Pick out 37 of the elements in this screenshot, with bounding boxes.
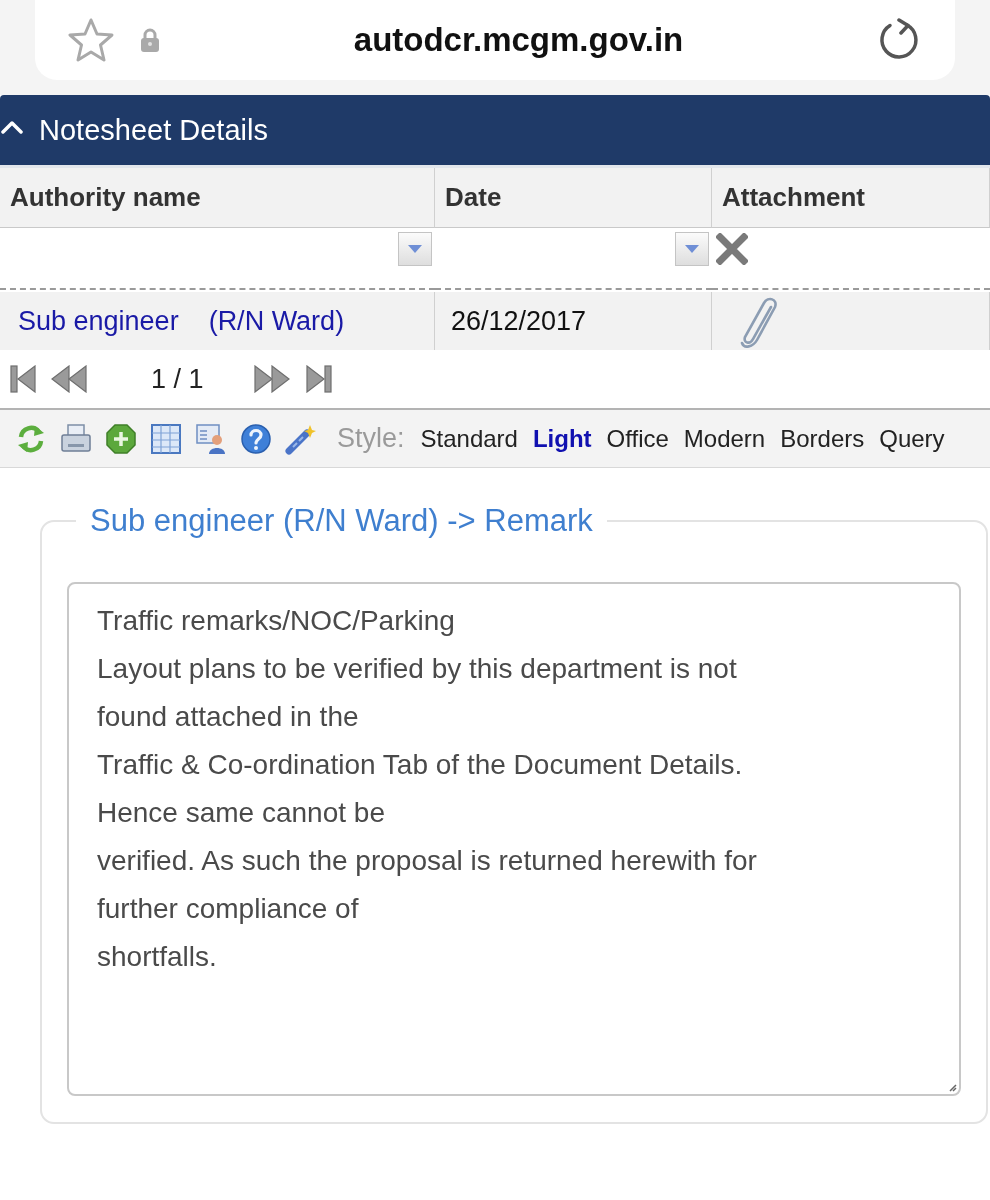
style-option[interactable]: Borders: [780, 424, 865, 453]
style-option[interactable]: Modern: [683, 424, 766, 453]
plus-icon[interactable]: [105, 422, 137, 455]
style-option[interactable]: Light: [532, 424, 592, 453]
style-option[interactable]: Office: [606, 424, 669, 453]
table-icon[interactable]: [150, 422, 182, 455]
panel-title: Notesheet Details: [39, 113, 268, 147]
previous-page-icon[interactable]: [51, 365, 87, 393]
remark-field[interactable]: Traffic remarks/NOC/Parking Layout plans to be verified by this department is not found attached in the Traffic & Co-ordination Tab of the Document Details. Hence same cannot be verified. As such the proposal is returned herewith for further compliance of shortfalls.: [67, 582, 961, 1096]
column-header[interactable]: Authority name: [0, 168, 435, 228]
table-cell: 26/12/2017: [435, 292, 712, 350]
column-header[interactable]: Date: [435, 168, 712, 228]
last-page-icon[interactable]: [305, 365, 332, 393]
address-bar[interactable]: autodcr.mcgm.gov.in: [35, 0, 955, 80]
style-label: Style:: [337, 423, 405, 454]
help-icon[interactable]: [240, 422, 272, 455]
next-page-icon[interactable]: [253, 365, 290, 393]
lock-icon: [140, 27, 160, 53]
caret-down-icon: [685, 245, 699, 253]
column-header[interactable]: Attachment: [712, 168, 990, 228]
url-text: autodcr.mcgm.gov.in: [352, 21, 685, 59]
person-icon[interactable]: [195, 422, 227, 455]
authority-link[interactable]: Sub engineer (R/N Ward): [18, 305, 345, 337]
first-page-icon[interactable]: [10, 365, 36, 393]
caret-down-icon: [408, 245, 422, 253]
style-option[interactable]: Query: [879, 424, 945, 453]
page-indicator: 1 / 1: [151, 363, 204, 395]
style-option[interactable]: Standard: [420, 424, 518, 453]
printer-icon[interactable]: [60, 422, 92, 455]
resize-grip-icon[interactable]: [949, 1084, 957, 1092]
filter-dropdown-button[interactable]: [398, 232, 432, 266]
filter-dropdown-button[interactable]: [675, 232, 709, 266]
star-icon[interactable]: [68, 18, 114, 62]
reload-icon[interactable]: [877, 18, 921, 62]
remark-legend: Sub engineer (R/N Ward) -> Remark: [76, 503, 607, 539]
chevron-up-icon[interactable]: [1, 118, 23, 136]
cross-icon[interactable]: [716, 233, 748, 265]
